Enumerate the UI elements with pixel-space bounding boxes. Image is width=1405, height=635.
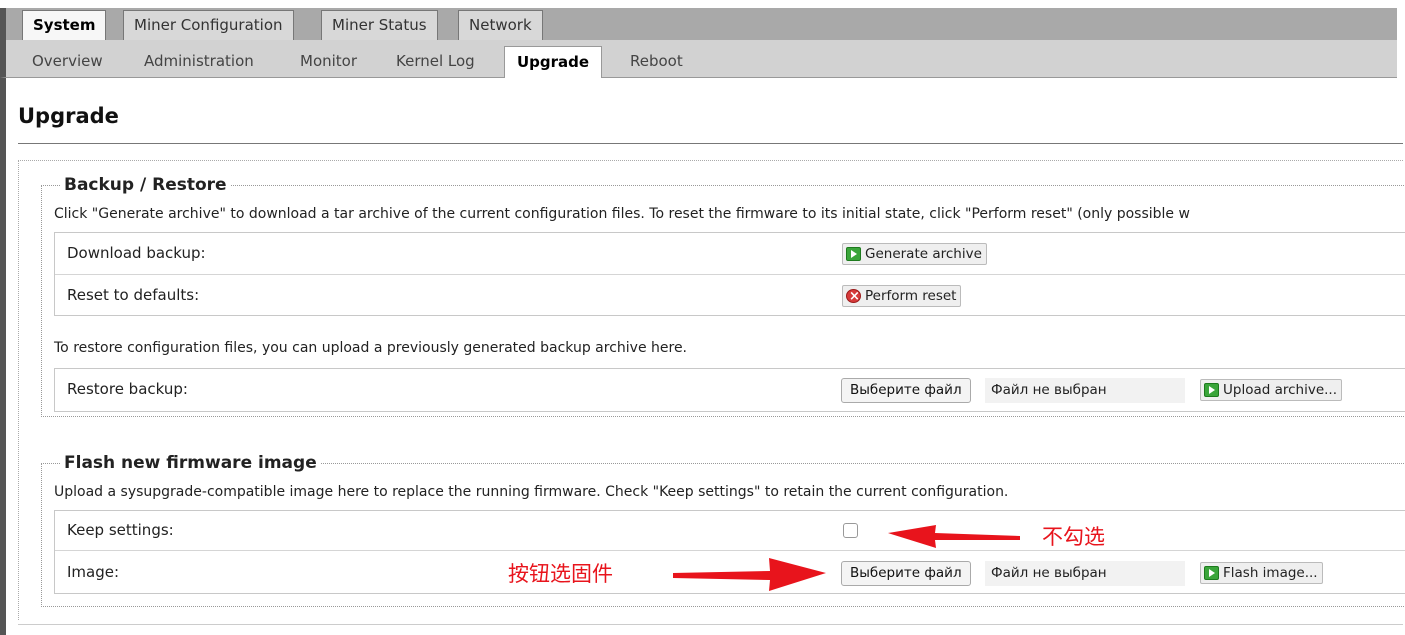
generate-archive-button[interactable]: Generate archive	[842, 243, 987, 265]
top-tab-bar: System Miner Configuration Miner Status …	[0, 8, 1397, 40]
flash-description: Upload a sysupgrade-compatible image her…	[54, 484, 1009, 500]
tab-miner-status[interactable]: Miner Status	[321, 10, 438, 40]
restore-table: Restore backup: Выберите файл Файл не вы…	[54, 368, 1405, 412]
tab-miner-configuration[interactable]: Miner Configuration	[123, 10, 294, 40]
image-choose-file-button[interactable]: Выберите файл	[841, 561, 971, 586]
restore-file-status: Файл не выбран	[985, 378, 1185, 403]
tab-system[interactable]: System	[22, 10, 107, 40]
tab-network[interactable]: Network	[458, 10, 543, 40]
backup-restore-legend: Backup / Restore	[60, 175, 231, 195]
restore-backup-row: Restore backup: Выберите файл Файл не вы…	[55, 369, 1405, 413]
flash-image-label: Flash image...	[1223, 565, 1318, 581]
download-backup-row: Download backup: Generate archive	[55, 233, 1405, 275]
title-divider	[18, 143, 1403, 144]
bottom-divider	[18, 624, 1403, 625]
green-arrow-icon	[846, 247, 861, 261]
subtab-overview[interactable]: Overview	[20, 46, 115, 78]
flash-table: Keep settings: Image: Выберите файл Файл…	[54, 510, 1405, 594]
image-file-status: Файл не выбран	[985, 561, 1185, 586]
flash-firmware-section: Flash new firmware image Upload a sysupg…	[41, 453, 1405, 607]
perform-reset-label: Perform reset	[865, 288, 957, 304]
reset-defaults-label: Reset to defaults:	[67, 286, 200, 304]
flash-firmware-legend: Flash new firmware image	[60, 453, 321, 473]
backup-restore-section: Backup / Restore Click "Generate archive…	[41, 175, 1405, 417]
content-panel: Backup / Restore Click "Generate archive…	[18, 160, 1405, 620]
annotation-uncheck: 不勾选	[1042, 525, 1105, 549]
page-content: Upgrade Backup / Restore Click "Generate…	[0, 78, 1405, 635]
subtab-upgrade[interactable]: Upgrade	[504, 46, 603, 78]
restore-choose-file-button[interactable]: Выберите файл	[841, 378, 971, 403]
green-arrow-icon	[1204, 383, 1219, 397]
sub-tab-bar: Overview Administration Monitor Kernel L…	[0, 40, 1397, 78]
reset-defaults-row: Reset to defaults: Perform reset	[55, 275, 1405, 317]
subtab-kernel-log[interactable]: Kernel Log	[384, 46, 487, 78]
upload-archive-label: Upload archive...	[1223, 382, 1338, 398]
backup-description: Click "Generate archive" to download a t…	[54, 206, 1190, 222]
subtab-administration[interactable]: Administration	[132, 46, 266, 78]
restore-backup-label: Restore backup:	[67, 380, 188, 398]
red-x-icon	[846, 287, 861, 307]
image-label: Image:	[67, 563, 120, 581]
subtab-reboot[interactable]: Reboot	[618, 46, 695, 78]
generate-archive-label: Generate archive	[865, 246, 982, 262]
flash-image-button[interactable]: Flash image...	[1200, 562, 1323, 584]
perform-reset-button[interactable]: Perform reset	[842, 285, 962, 307]
keep-settings-checkbox[interactable]	[843, 523, 858, 538]
image-row: Image: Выберите файл Файл не выбран Flas…	[55, 551, 1405, 595]
green-arrow-icon	[1204, 566, 1219, 580]
page-title: Upgrade	[18, 104, 119, 128]
annotation-choose-firmware: 按钮选固件	[508, 562, 613, 586]
keep-settings-row: Keep settings:	[55, 511, 1405, 551]
download-backup-label: Download backup:	[67, 244, 206, 262]
keep-settings-label: Keep settings:	[67, 521, 174, 539]
restore-description: To restore configuration files, you can …	[54, 340, 688, 356]
subtab-monitor[interactable]: Monitor	[288, 46, 369, 78]
upload-archive-button[interactable]: Upload archive...	[1200, 379, 1343, 401]
backup-table: Download backup: Generate archive Reset …	[54, 232, 1405, 316]
